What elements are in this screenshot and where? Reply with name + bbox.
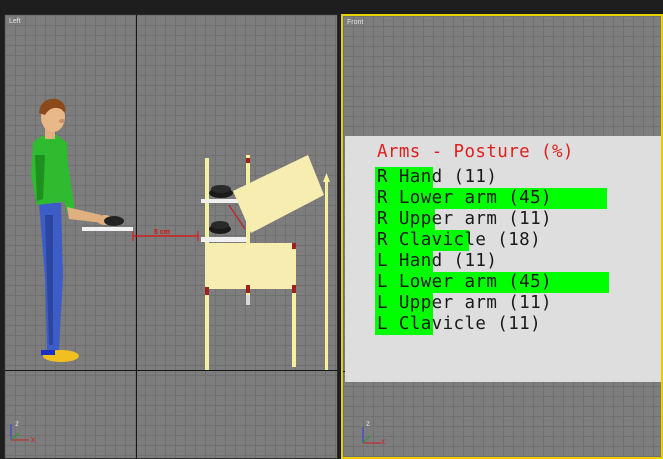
posture-item-l-clavicle: L Clavicle (11) <box>377 314 542 334</box>
gizmo-z-label-front: z <box>366 419 370 428</box>
posture-item-l-lower-arm: L Lower arm (45) <box>377 272 552 292</box>
viewport-left[interactable]: Left 5 cm z x <box>4 14 338 459</box>
posture-item-l-upper-arm: L Upper arm (11) <box>377 293 552 313</box>
posture-item-r-lower-arm: R Lower arm (45) <box>377 188 552 208</box>
workstation <box>201 155 330 370</box>
gizmo-z-label-left: z <box>15 419 19 428</box>
axis-gizmo-left <box>10 424 29 441</box>
axis-gizmo-front <box>362 427 381 444</box>
title-bar <box>0 0 663 14</box>
posture-title: Arms - Posture (%) <box>377 142 574 162</box>
posture-item-r-upper-arm: R Upper arm (11) <box>377 209 552 229</box>
posture-panel: Arms - Posture (%) R Hand (11) R Lower a… <box>345 136 661 382</box>
work-surface-left <box>82 227 133 231</box>
posture-item-r-clavicle: R Clavicle (18) <box>377 230 542 250</box>
gizmo-x-label-left: x <box>31 435 35 444</box>
posture-item-l-hand: L Hand (11) <box>377 251 498 271</box>
gizmo-x-label-front: x <box>381 437 385 446</box>
viewport-label-front[interactable]: Front <box>347 19 363 26</box>
viewport-front[interactable]: Front Arms - Posture (%) R Hand (11) R L… <box>341 14 663 459</box>
object-on-surface <box>104 216 124 226</box>
scene-left <box>10 98 330 441</box>
posture-item-r-hand: R Hand (11) <box>377 167 498 187</box>
measurement-label: 5 cm <box>154 229 170 236</box>
